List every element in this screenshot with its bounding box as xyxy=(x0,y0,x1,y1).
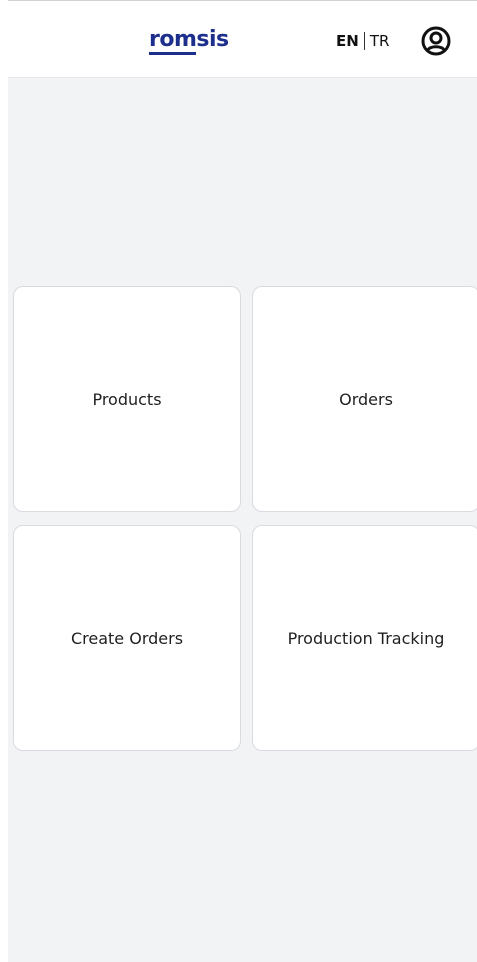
logo-rest: sis xyxy=(196,27,229,52)
products-card[interactable]: Products xyxy=(13,286,241,512)
romsis-logo[interactable]: romsis xyxy=(149,25,229,57)
orders-card[interactable]: Orders xyxy=(252,286,477,512)
language-en[interactable]: EN xyxy=(336,32,359,50)
production-tracking-card[interactable]: Production Tracking xyxy=(252,525,477,751)
production-tracking-card-label: Production Tracking xyxy=(287,628,445,648)
language-separator xyxy=(363,32,365,50)
user-circle-icon[interactable] xyxy=(420,25,452,57)
main-content: Products Orders Create Orders Production… xyxy=(8,78,477,962)
language-switcher: EN TR xyxy=(336,29,389,53)
products-card-label: Products xyxy=(92,389,162,409)
orders-card-label: Orders xyxy=(339,389,393,409)
app-root: romsis EN TR Products Orders Create Orde… xyxy=(0,0,477,962)
logo-underlined-part: rom xyxy=(149,28,197,55)
app-header: romsis EN TR xyxy=(8,1,477,78)
create-orders-card[interactable]: Create Orders xyxy=(13,525,241,751)
language-tr[interactable]: TR xyxy=(370,32,390,50)
create-orders-card-label: Create Orders xyxy=(70,628,184,648)
